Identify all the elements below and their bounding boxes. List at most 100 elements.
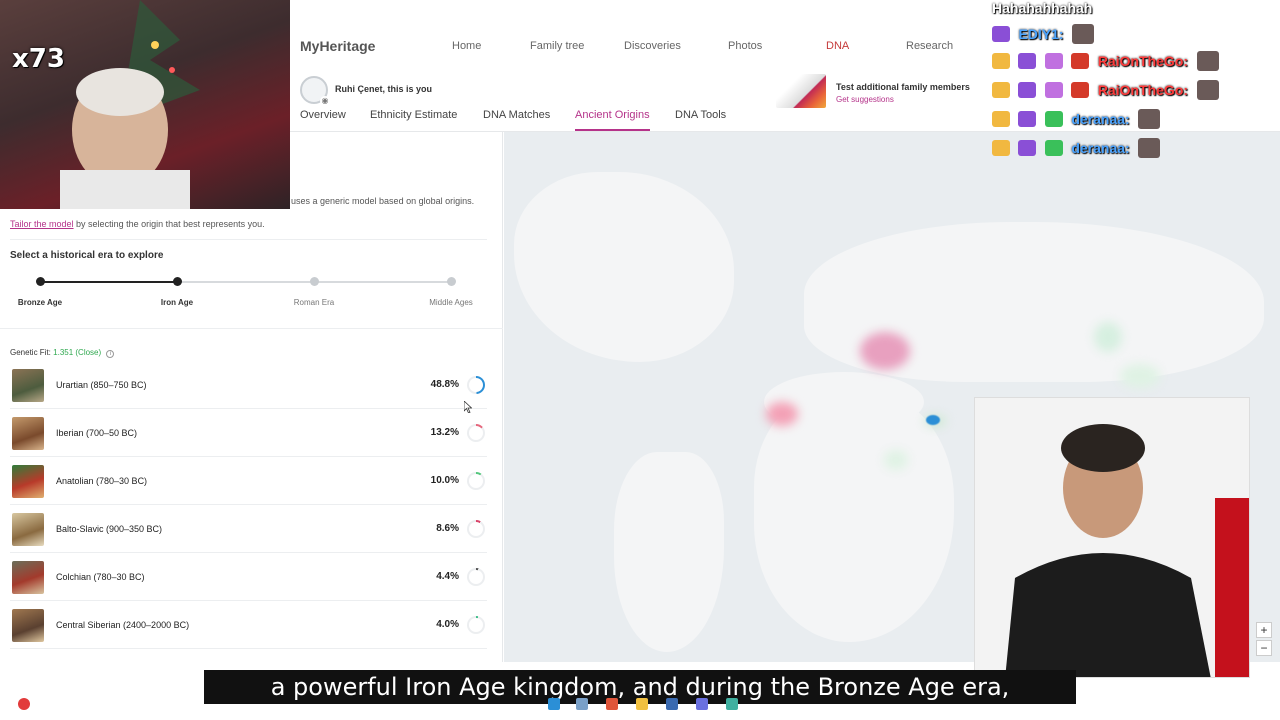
info-icon[interactable]: i xyxy=(106,350,115,358)
map-region-siberian-east[interactable] xyxy=(1120,364,1160,388)
genetic-fit-label: Genetic Fit: xyxy=(10,348,51,357)
chat-username: RaiOnTheGo: xyxy=(1097,82,1189,98)
era-label-roman-era[interactable]: Roman Era xyxy=(294,298,334,307)
emote-icon xyxy=(1072,24,1095,44)
subscriber-badge-icon xyxy=(1018,82,1037,98)
era-label-iron-age[interactable]: Iron Age xyxy=(161,298,193,307)
origin-percent: 4.4% xyxy=(436,571,459,582)
tab-overview[interactable]: Overview xyxy=(300,109,346,131)
origin-row-balto-slavic[interactable]: Balto-Slavic (900–350 BC) 8.6% xyxy=(10,507,487,553)
steam-icon[interactable] xyxy=(666,698,678,710)
origin-progress-ring xyxy=(467,568,485,586)
chat-username: deranaa: xyxy=(1071,140,1130,156)
era-dot-roman-era[interactable] xyxy=(310,277,319,286)
anatolian-portrait xyxy=(12,465,44,498)
dna-kit-image xyxy=(776,74,826,108)
discord-icon[interactable] xyxy=(696,698,708,710)
origin-name: Central Siberian (2400–2000 BC) xyxy=(56,620,190,630)
emote-icon xyxy=(1196,51,1219,71)
origin-row-anatolian[interactable]: Anatolian (780–30 BC) 10.0% xyxy=(10,459,487,505)
era-dot-middle-ages[interactable] xyxy=(447,277,456,286)
era-label-middle-ages[interactable]: Middle Ages xyxy=(429,298,473,307)
origin-row-central-siberian[interactable]: Central Siberian (2400–2000 BC) 4.0% xyxy=(10,603,487,649)
streamer-silhouette xyxy=(60,0,200,209)
crown-badge-icon xyxy=(992,53,1010,69)
era-dot-iron-age[interactable] xyxy=(173,277,182,286)
divider xyxy=(10,239,487,240)
origin-row-iberian[interactable]: Iberian (700–50 BC) 13.2% xyxy=(10,411,487,457)
origin-progress-ring xyxy=(467,520,485,538)
tailor-model-description: by selecting the origin that best repres… xyxy=(73,219,265,229)
origin-name: Balto-Slavic (900–350 BC) xyxy=(56,524,163,534)
map-region-balto-slavic[interactable] xyxy=(860,332,910,370)
stream-chat: Hahahahhahah EDIY1: RaiOnTheGo: RaiOnThe… xyxy=(990,0,1280,170)
nav-research[interactable]: Research xyxy=(906,40,953,52)
presenter-video xyxy=(974,397,1250,678)
map-region-central-siberian[interactable] xyxy=(1094,322,1122,352)
map-land-north-america xyxy=(514,172,734,362)
origin-name: Urartian (850–750 BC) xyxy=(56,380,147,390)
chat-line: EDIY1: xyxy=(992,24,1095,46)
tailor-model-link[interactable]: Tailor the model xyxy=(10,219,74,229)
chat-username: RaiOnTheGo: xyxy=(1097,53,1189,69)
subscriber-badge-icon xyxy=(1018,140,1037,156)
era-slider[interactable] xyxy=(36,276,456,288)
notification-icon[interactable] xyxy=(18,698,30,710)
get-suggestions-link[interactable]: Get suggestions xyxy=(836,95,894,104)
tab-ethnicity-estimate[interactable]: Ethnicity Estimate xyxy=(370,109,457,131)
nav-home[interactable]: Home xyxy=(452,40,481,52)
camera-icon[interactable]: ◉ xyxy=(320,96,330,106)
tier-badge-icon xyxy=(1044,111,1063,127)
test-family-promo[interactable]: Test additional family members Get sugge… xyxy=(776,74,976,108)
origin-row-urartian[interactable]: Urartian (850–750 BC) 48.8% xyxy=(10,363,487,409)
app-icon[interactable] xyxy=(726,698,738,710)
tier-badge-icon xyxy=(1044,140,1063,156)
crown-badge-icon xyxy=(992,82,1010,98)
nav-dna[interactable]: DNA xyxy=(826,40,849,52)
map-region-iberian[interactable] xyxy=(766,402,798,426)
tab-dna-matches[interactable]: DNA Matches xyxy=(483,109,550,131)
ancient-origins-panel: uses a generic model based on global ori… xyxy=(0,132,503,662)
chat-line: RaiOnTheGo: xyxy=(992,80,1219,102)
myheritage-logo[interactable]: MyHeritage xyxy=(300,38,375,54)
map-region-levant[interactable] xyxy=(884,450,908,470)
origin-progress-ring xyxy=(467,616,485,634)
avatar[interactable]: ◉ xyxy=(300,76,330,106)
nav-family-tree[interactable]: Family tree xyxy=(530,40,584,52)
origin-percent: 8.6% xyxy=(436,523,459,534)
taskbar xyxy=(0,690,1280,720)
origin-row-colchian[interactable]: Colchian (780–30 BC) 4.4% xyxy=(10,555,487,601)
origin-progress-ring xyxy=(467,472,485,490)
era-label-bronze-age[interactable]: Bronze Age xyxy=(18,298,62,307)
bits-badge-icon xyxy=(1071,82,1090,98)
tab-dna-tools[interactable]: DNA Tools xyxy=(675,109,726,131)
nav-discoveries[interactable]: Discoveries xyxy=(624,40,681,52)
chat-line: RaiOnTheGo: xyxy=(992,51,1219,73)
nav-photos[interactable]: Photos xyxy=(728,40,762,52)
map-region-urartian[interactable] xyxy=(926,415,940,425)
presenter-silhouette xyxy=(1005,424,1249,677)
emote-icon xyxy=(1138,109,1161,129)
zoom-out-button[interactable]: − xyxy=(1256,640,1272,656)
emote-icon xyxy=(1138,138,1161,158)
windows-start-icon[interactable] xyxy=(548,698,560,710)
file-explorer-icon[interactable] xyxy=(636,698,648,710)
origin-name: Colchian (780–30 BC) xyxy=(56,572,145,582)
divider xyxy=(0,328,503,329)
tab-ancient-origins[interactable]: Ancient Origins xyxy=(575,109,650,131)
origin-percent: 13.2% xyxy=(430,427,459,438)
myheritage-app: MyHeritage Home Family tree Discoveries … xyxy=(0,0,1280,720)
subscriber-badge-icon xyxy=(1018,53,1037,69)
browser-icon[interactable] xyxy=(606,698,618,710)
origin-percent: 10.0% xyxy=(430,475,459,486)
subscriber-badge-icon xyxy=(992,26,1010,42)
zoom-in-button[interactable]: + xyxy=(1256,622,1272,638)
era-dot-bronze-age[interactable] xyxy=(36,277,45,286)
profile-name: Ruhi Çenet, this is you xyxy=(335,84,433,94)
chat-line: deranaa: xyxy=(992,138,1161,160)
model-note: uses a generic model based on global ori… xyxy=(291,196,475,206)
origin-percent: 48.8% xyxy=(430,379,459,390)
task-view-icon[interactable] xyxy=(576,698,588,710)
stream-multiplier: x73 xyxy=(12,44,65,74)
crown-badge-icon xyxy=(992,111,1010,127)
